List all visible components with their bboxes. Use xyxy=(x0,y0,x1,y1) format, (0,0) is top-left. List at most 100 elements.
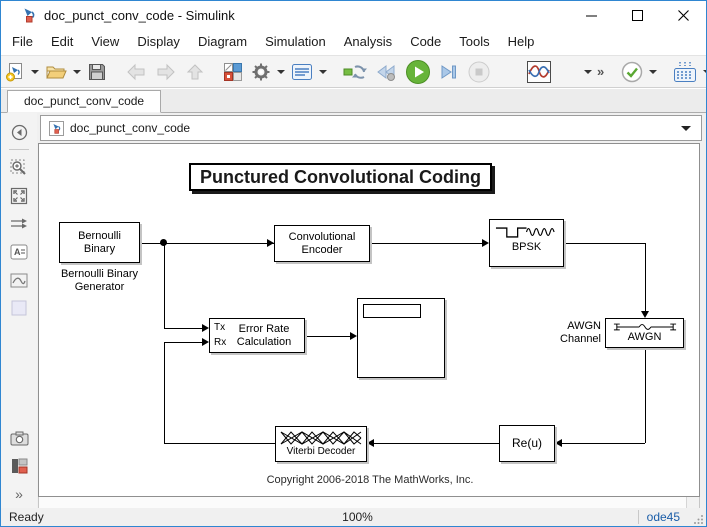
maximize-button[interactable] xyxy=(614,1,660,29)
navigate-up-button[interactable] xyxy=(182,58,208,86)
signal-wire[interactable] xyxy=(164,443,275,444)
breadcrumb-dropdown-icon[interactable] xyxy=(681,125,691,131)
menu-simulation[interactable]: Simulation xyxy=(256,29,335,55)
back-circle-icon xyxy=(11,124,27,140)
zoom-tool-button[interactable] xyxy=(9,158,29,178)
stop-icon xyxy=(468,61,490,82)
new-model-button[interactable] xyxy=(2,58,28,86)
open-dropdown[interactable] xyxy=(73,69,81,74)
menu-display[interactable]: Display xyxy=(128,29,189,55)
menu-diagram[interactable]: Diagram xyxy=(189,29,256,55)
update-diagram-button[interactable] xyxy=(340,58,370,86)
block-viterbi-decoder[interactable]: Viterbi Decoder xyxy=(275,426,367,462)
menu-edit[interactable]: Edit xyxy=(42,29,82,55)
resize-grip[interactable] xyxy=(694,514,704,524)
model-settings-button[interactable] xyxy=(248,58,274,86)
signal-wire[interactable] xyxy=(645,348,646,443)
zoom-icon xyxy=(10,159,26,175)
block-convolutional-encoder[interactable]: Convolutional Encoder xyxy=(274,225,370,262)
run-button[interactable] xyxy=(402,58,434,86)
close-icon xyxy=(677,9,689,21)
signal-wire[interactable] xyxy=(562,443,645,444)
scope-plot-icon xyxy=(527,60,551,83)
signal-wire[interactable] xyxy=(564,243,645,244)
diagram-title-annotation: Punctured Convolutional Coding xyxy=(189,163,492,191)
library-browser-button[interactable] xyxy=(220,58,246,86)
block-error-rate-calculation[interactable]: Tx Rx Error Rate Calculation xyxy=(209,318,305,353)
window-title: doc_punct_conv_code - Simulink xyxy=(44,7,235,23)
back-arrow-icon xyxy=(127,63,145,80)
menu-bar: File Edit View Display Diagram Simulatio… xyxy=(1,29,706,55)
viterbi-label: Viterbi Decoder xyxy=(286,446,356,457)
minimize-icon xyxy=(585,15,597,16)
block-complex-to-real[interactable]: Re(u) xyxy=(499,425,555,462)
tab-doc-punct-conv-code[interactable]: doc_punct_conv_code xyxy=(7,90,162,113)
sdi-dropdown[interactable] xyxy=(584,69,592,74)
step-forward-button[interactable] xyxy=(436,58,462,86)
sample-time-box-button[interactable] xyxy=(9,298,29,318)
new-model-icon xyxy=(6,62,22,81)
simulink-logo-icon xyxy=(24,8,35,23)
menu-view[interactable]: View xyxy=(82,29,128,55)
model-advisor-dropdown[interactable] xyxy=(649,69,658,74)
signal-routing-button[interactable] xyxy=(9,214,29,234)
block-label-awgn-channel[interactable]: AWGN Channel xyxy=(539,320,601,346)
signal-wire[interactable] xyxy=(374,443,499,444)
block-bpsk-modulator[interactable]: BPSK xyxy=(489,219,564,267)
stop-button[interactable] xyxy=(464,58,494,86)
navigate-back-button[interactable] xyxy=(122,58,150,86)
simulation-data-inspector-button[interactable] xyxy=(523,58,555,86)
menu-code[interactable]: Code xyxy=(401,29,450,55)
model-advisor-button[interactable] xyxy=(618,58,646,86)
close-button[interactable] xyxy=(660,1,706,29)
navigate-forward-button[interactable] xyxy=(152,58,180,86)
signal-wire[interactable] xyxy=(164,342,165,443)
toolbar-overflow-chevron[interactable]: » xyxy=(597,64,604,79)
save-button[interactable] xyxy=(84,58,110,86)
open-button[interactable] xyxy=(42,58,70,86)
simulink-window: doc_punct_conv_code - Simulink File Edit… xyxy=(0,0,707,527)
annotation-button[interactable]: A xyxy=(9,242,29,262)
block-display[interactable] xyxy=(357,298,445,378)
block-bernoulli-binary[interactable]: Bernoulli Binary xyxy=(59,222,140,263)
step-back-button[interactable] xyxy=(372,58,400,86)
build-button[interactable] xyxy=(670,58,700,86)
viewmarks-button[interactable] xyxy=(9,456,29,476)
viewmarks-icon xyxy=(11,458,27,474)
signal-wire[interactable] xyxy=(645,243,646,311)
screenshot-button[interactable] xyxy=(9,428,29,448)
display-value-field xyxy=(363,304,421,318)
wire-arrowhead xyxy=(367,439,374,447)
image-button[interactable] xyxy=(9,270,29,290)
signal-wire[interactable] xyxy=(164,342,202,343)
new-model-dropdown[interactable] xyxy=(31,69,39,74)
menu-file[interactable]: File xyxy=(3,29,42,55)
signal-wire[interactable] xyxy=(164,243,165,328)
model-configuration-button[interactable] xyxy=(288,58,316,86)
menu-analysis[interactable]: Analysis xyxy=(335,29,401,55)
hide-explorer-bar-button[interactable] xyxy=(9,122,29,142)
menu-help[interactable]: Help xyxy=(499,29,544,55)
block-label-bernoulli[interactable]: Bernoulli Binary Generator xyxy=(39,268,160,294)
breadcrumb[interactable]: doc_punct_conv_code xyxy=(70,121,190,135)
bpsk-waveform-icon xyxy=(495,227,555,238)
wire-arrowhead xyxy=(202,338,209,346)
solver-indicator[interactable]: ode45 xyxy=(647,510,680,524)
model-configuration-dropdown[interactable] xyxy=(319,69,327,74)
bpsk-label: BPSK xyxy=(511,241,542,253)
wire-arrowhead xyxy=(555,439,562,447)
wire-arrowhead xyxy=(267,239,274,247)
minimize-button[interactable] xyxy=(568,1,614,29)
signal-wire[interactable] xyxy=(370,243,482,244)
wire-arrowhead xyxy=(202,324,209,332)
signal-wire[interactable] xyxy=(305,336,350,337)
block-awgn-channel[interactable]: AWGN xyxy=(605,318,684,348)
fit-to-view-button[interactable] xyxy=(9,186,29,206)
more-tools-button[interactable]: » xyxy=(9,484,29,504)
box-icon xyxy=(11,300,27,316)
menu-tools[interactable]: Tools xyxy=(450,29,498,55)
model-settings-dropdown[interactable] xyxy=(277,69,285,74)
signal-wire[interactable] xyxy=(164,328,202,329)
build-dropdown[interactable] xyxy=(703,69,706,74)
svg-text:A: A xyxy=(14,247,21,257)
